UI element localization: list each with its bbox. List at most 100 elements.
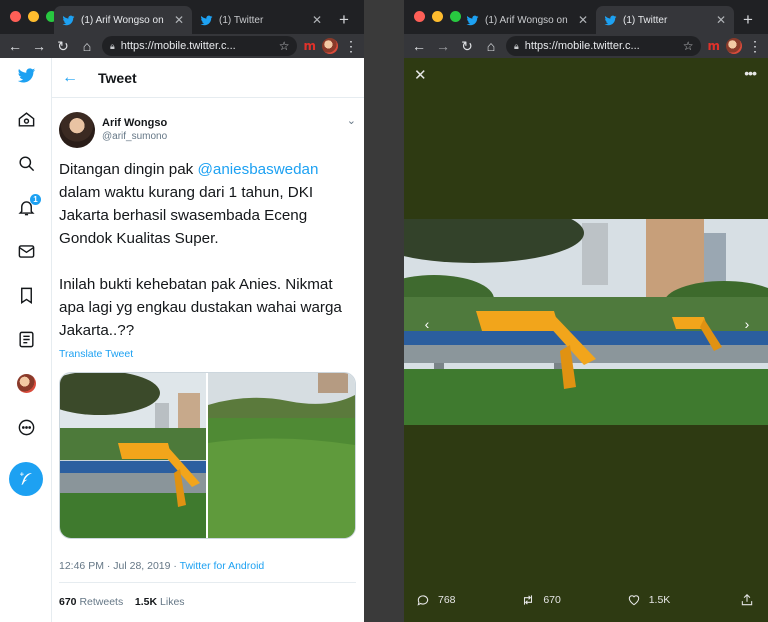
- tweet-photo-1[interactable]: [60, 373, 208, 538]
- back-arrow-icon[interactable]: ←: [62, 69, 78, 87]
- author-handle[interactable]: @arif_sumono: [102, 131, 167, 142]
- page-title: Tweet: [98, 69, 137, 86]
- home-icon[interactable]: [0, 110, 52, 129]
- twitter-bird-icon: [466, 15, 479, 25]
- address-bar[interactable]: 🔒︎ https://mobile.twitter.c... ☆: [102, 36, 298, 56]
- close-tab-icon[interactable]: ✕: [578, 13, 588, 27]
- extension-m-icon[interactable]: m: [707, 39, 720, 53]
- chevron-left-icon[interactable]: ‹: [416, 313, 438, 335]
- tab-title: (1) Arif Wongso on: [485, 14, 568, 26]
- tweet-photo-2[interactable]: [208, 373, 355, 538]
- retweet-icon: [524, 595, 533, 605]
- reload-icon[interactable]: ↻: [54, 37, 72, 55]
- feather-plus-icon: [20, 472, 32, 485]
- browser-toolbar: ← → ↻ ⌂ 🔒︎ https://mobile.twitter.c... ☆…: [404, 34, 768, 58]
- bookmark-star-icon[interactable]: ☆: [279, 39, 290, 53]
- translate-tweet-link[interactable]: Translate Tweet: [59, 348, 133, 360]
- heart-icon: [628, 595, 639, 606]
- compose-tweet-button[interactable]: [9, 462, 43, 496]
- twitter-bird-icon: [200, 15, 213, 25]
- home-icon[interactable]: ⌂: [78, 37, 96, 55]
- search-icon[interactable]: [0, 154, 52, 173]
- likes-label[interactable]: Likes: [160, 596, 185, 608]
- window-controls: [10, 11, 57, 22]
- twitter-logo-icon[interactable]: [0, 66, 52, 85]
- close-icon[interactable]: ✕: [414, 66, 427, 84]
- close-tab-icon[interactable]: ✕: [174, 13, 184, 27]
- tweet-header: ← Tweet: [52, 58, 364, 98]
- reply-button[interactable]: 768: [416, 593, 521, 607]
- retweet-button[interactable]: 670: [521, 593, 626, 607]
- close-tab-icon[interactable]: ✕: [312, 13, 322, 27]
- reply-bubble-icon: [417, 595, 429, 606]
- address-bar[interactable]: 🔒︎ https://mobile.twitter.c... ☆: [506, 36, 702, 56]
- twitter-page: 1 ← Tweet Arif Wongso @arif_sumono ⌄ Dit…: [0, 58, 364, 622]
- retweets-count[interactable]: 670: [59, 596, 77, 608]
- bookmark-star-icon[interactable]: ☆: [683, 39, 694, 53]
- profile-avatar-icon[interactable]: [0, 374, 52, 393]
- forward-arrow-icon[interactable]: →: [30, 37, 48, 55]
- chevron-right-icon[interactable]: ›: [736, 313, 758, 335]
- url-text: https://mobile.twitter.c...: [524, 40, 640, 52]
- lock-icon: 🔒︎: [514, 40, 519, 51]
- notification-badge: 1: [30, 194, 41, 205]
- new-tab-button[interactable]: +: [330, 6, 358, 34]
- browser-window-left: (1) Arif Wongso on ✕ (1) Twitter ✕ + ← →…: [0, 0, 364, 622]
- tweet-paragraph-2: Inilah bukti kehebatan pak Anies. Nikmat…: [59, 276, 342, 339]
- notifications-bell-icon[interactable]: 1: [0, 194, 52, 217]
- like-count: 1.5K: [648, 594, 671, 606]
- tweet-text: Ditangan dingin pak @aniesbaswedan dalam…: [59, 158, 358, 365]
- profile-avatar[interactable]: [322, 38, 338, 54]
- tweet-meta: 12:46 PM · Jul 28, 2019 · Twitter for An…: [59, 560, 264, 572]
- home-icon[interactable]: ⌂: [482, 37, 500, 55]
- bookmark-icon[interactable]: [0, 286, 52, 305]
- twitter-bird-icon: [604, 15, 617, 25]
- author-name[interactable]: Arif Wongso: [102, 117, 167, 129]
- mention-link[interactable]: @aniesbaswedan: [197, 161, 318, 178]
- share-button[interactable]: [740, 593, 754, 607]
- close-tab-icon[interactable]: ✕: [716, 13, 726, 27]
- more-options-icon[interactable]: [0, 418, 52, 437]
- like-button[interactable]: 1.5K: [627, 593, 740, 607]
- more-options-icon[interactable]: •••: [744, 65, 757, 81]
- close-window-button[interactable]: [414, 11, 425, 22]
- likes-count[interactable]: 1.5K: [135, 596, 157, 608]
- share-icon: [741, 594, 753, 606]
- tab-twitter[interactable]: (1) Twitter ✕: [596, 6, 734, 34]
- expanded-photo[interactable]: [404, 219, 768, 425]
- tweet-media: [59, 372, 356, 539]
- image-viewer: ✕ ••• ‹ › 768 670 1.5K: [404, 58, 768, 622]
- tab-arif-wongso[interactable]: (1) Arif Wongso on ✕: [458, 6, 596, 34]
- text-span: dalam waktu kurang dari 1 tahun, DKI Jak…: [59, 184, 314, 247]
- back-arrow-icon[interactable]: ←: [6, 37, 24, 55]
- lists-icon[interactable]: [0, 330, 52, 349]
- divider: [59, 582, 356, 583]
- twitter-bird-icon: [62, 15, 75, 25]
- window-controls: [414, 11, 461, 22]
- timestamp[interactable]: 12:46 PM · Jul 28, 2019 ·: [59, 560, 180, 572]
- messages-mail-icon[interactable]: [0, 242, 52, 261]
- tweet-stats: 670 Retweets 1.5K Likes: [59, 596, 185, 608]
- url-text: https://mobile.twitter.c...: [120, 40, 236, 52]
- back-arrow-icon[interactable]: ←: [410, 37, 428, 55]
- tab-arif-wongso[interactable]: (1) Arif Wongso on ✕: [54, 6, 192, 34]
- retweets-label[interactable]: Retweets: [79, 596, 123, 608]
- lock-icon: 🔒︎: [110, 40, 115, 51]
- minimize-window-button[interactable]: [432, 11, 443, 22]
- minimize-window-button[interactable]: [28, 11, 39, 22]
- window-gap: [364, 0, 404, 622]
- author-avatar[interactable]: [59, 112, 95, 148]
- forward-arrow-icon[interactable]: →: [434, 37, 452, 55]
- extension-m-icon[interactable]: m: [303, 39, 316, 53]
- reload-icon[interactable]: ↻: [458, 37, 476, 55]
- close-window-button[interactable]: [10, 11, 21, 22]
- source-link[interactable]: Twitter for Android: [180, 560, 265, 572]
- chevron-down-icon[interactable]: ⌄: [347, 114, 356, 127]
- tab-twitter[interactable]: (1) Twitter ✕: [192, 6, 330, 34]
- viewer-action-bar: 768 670 1.5K: [416, 590, 754, 610]
- profile-avatar[interactable]: [726, 38, 742, 54]
- tweet-paragraph-1: Ditangan dingin pak @aniesbaswedan dalam…: [59, 158, 358, 250]
- new-tab-button[interactable]: +: [734, 6, 762, 34]
- browser-menu-icon[interactable]: ⋮: [748, 38, 762, 55]
- browser-menu-icon[interactable]: ⋮: [344, 38, 358, 55]
